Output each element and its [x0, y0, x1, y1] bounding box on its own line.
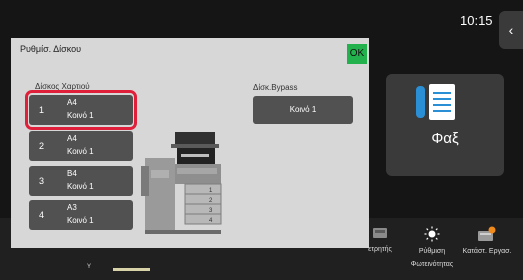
tray-number: 2	[39, 141, 45, 151]
tray-4-button[interactable]: 4 A3 Κοινό 1	[29, 200, 133, 230]
tray-size: A3	[67, 203, 77, 212]
bypass-tray-label: Δίσκ.Bypass	[253, 83, 298, 92]
brightness-label: Ρύθμιση Φωτεινότητας	[410, 248, 454, 268]
job-status-icon	[478, 226, 496, 241]
tray-settings-dialog: Ρυθμίσ. Δίσκου OK Δίσκος Χαρτιού Δίσκ.By…	[11, 38, 369, 248]
tray-2-button[interactable]: 2 A4 Κοινό 1	[29, 131, 133, 161]
back-tab[interactable]: ‹	[499, 11, 523, 49]
footer-left-label: Y	[87, 264, 92, 270]
tray-type: Κοινό 1	[67, 216, 94, 225]
tray-size: A4	[67, 134, 77, 143]
tray-size: B4	[67, 169, 77, 178]
chevron-left-icon: ‹	[508, 22, 514, 38]
tray-type: Κοινό 1	[67, 111, 94, 120]
bypass-tray-button[interactable]: Κοινό 1	[253, 96, 353, 124]
dialog-title: Ρυθμίσ. Δίσκου	[20, 44, 82, 54]
job-status-label: Κατάστ. Εργασ.	[462, 248, 512, 255]
tray-3-button[interactable]: 3 B4 Κοινό 1	[29, 166, 133, 196]
tray-type: Κοινό 1	[67, 147, 94, 156]
counter-label: ετρητής	[368, 246, 392, 253]
tray-number: 1	[39, 105, 45, 115]
brightness-icon	[424, 226, 440, 242]
tray-size: A4	[67, 98, 77, 107]
brightness-button[interactable]: Ρύθμιση Φωτεινότητας	[404, 226, 460, 271]
tray-type: Κοινό 1	[67, 182, 94, 191]
tray-1-button[interactable]: 1 A4 Κοινό 1	[29, 95, 133, 125]
tray-number: 3	[39, 176, 45, 186]
clock: 10:15	[460, 13, 493, 28]
counter-icon	[373, 228, 387, 238]
ok-button[interactable]: OK	[347, 44, 367, 64]
tray-number: 4	[39, 210, 45, 220]
printer-illustration: 1 2 3 4	[141, 132, 222, 234]
progress-line	[113, 268, 150, 271]
fax-icon	[416, 84, 455, 120]
job-status-button[interactable]: Κατάστ. Εργασ.	[458, 226, 516, 258]
fax-label: Φαξ	[431, 130, 459, 147]
